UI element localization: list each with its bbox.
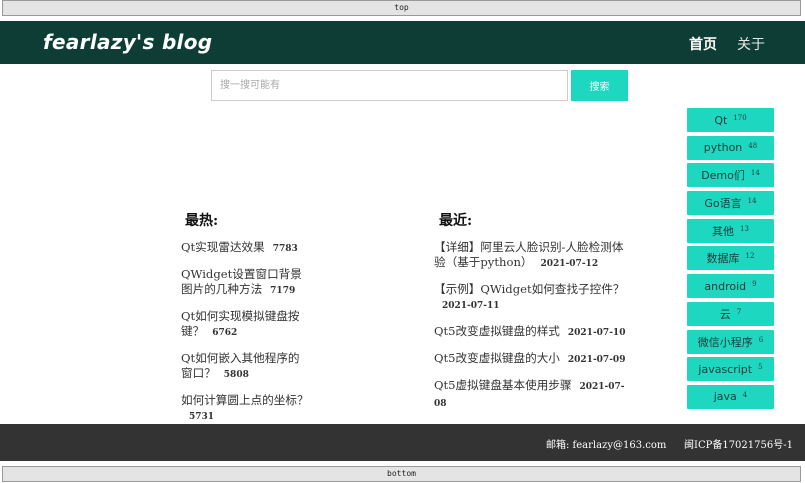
hot-posts-section: 最热: Qt实现雷达效果 7783 QWidget设置窗口背景图片的几种方法 7179… — [181, 210, 311, 435]
post-date: 2021-07-09 — [567, 355, 626, 365]
tag-count: 4 — [742, 390, 748, 399]
view-count: 7783 — [272, 244, 298, 254]
recent-post-link[interactable]: Qt5改变虚拟键盘的大小 — [434, 351, 560, 365]
tag-count: 14 — [747, 197, 757, 206]
category-tag-list: Qt 170 python 48 Demo们 14 Go语言 14 其他 13 数据库 12 andro… — [687, 108, 774, 413]
hot-post-link[interactable]: Qt实现雷达效果 — [181, 240, 265, 254]
hot-post-item: Qt实现雷达效果 7783 — [181, 240, 311, 257]
nav-about-link[interactable]: 关于 — [737, 34, 765, 54]
view-count: 5808 — [223, 370, 249, 380]
recent-posts-list: 【详细】阿里云人脸识别-人脸检测体验（基于python） 2021-07-12 【示… — [434, 240, 629, 412]
top-edge-button[interactable]: top — [2, 0, 801, 16]
site-brand[interactable]: fearlazy's blog — [43, 30, 212, 54]
tag-name: Demo们 — [701, 169, 745, 183]
tag-name: 微信小程序 — [697, 335, 753, 349]
recent-post-item: 【详细】阿里云人脸识别-人脸检测体验（基于python） 2021-07-12 — [434, 240, 629, 272]
tag-count: 9 — [752, 280, 757, 289]
category-tag[interactable]: 云7 — [687, 301, 774, 326]
category-tag[interactable]: python 48 — [687, 135, 774, 160]
view-count: 6762 — [212, 328, 238, 338]
recent-post-item: Qt5改变虚拟键盘的大小 2021-07-09 — [434, 351, 629, 368]
hot-posts-list: Qt实现雷达效果 7783 QWidget设置窗口背景图片的几种方法 7179 Qt如何… — [181, 240, 311, 425]
tag-name: javascript — [698, 362, 753, 376]
view-count: 5731 — [189, 412, 215, 422]
nav-home-link[interactable]: 首页 — [689, 34, 717, 54]
hot-post-item: QWidget设置窗口背景图片的几种方法 7179 — [181, 267, 311, 299]
search-button[interactable]: 搜索 — [571, 70, 628, 101]
hot-posts-heading: 最热: — [185, 213, 219, 229]
category-tag[interactable]: Qt 170 — [687, 108, 774, 132]
bottom-edge-button[interactable]: bottom — [2, 466, 801, 482]
tag-name: 其他 — [712, 224, 735, 238]
category-tag[interactable]: 数据库 12 — [687, 246, 774, 271]
category-tag[interactable]: 其他 13 — [687, 218, 774, 243]
recent-post-link[interactable]: Qt5虚拟键盘基本使用步骤 — [434, 378, 571, 392]
search-input[interactable] — [211, 70, 568, 101]
footer-email: 邮箱: fearlazy@163.com — [546, 440, 667, 451]
post-date: 2021-07-11 — [442, 301, 500, 311]
tag-name: Qt — [714, 113, 728, 127]
tag-count: 170 — [733, 114, 747, 122]
tag-count: 6 — [758, 335, 764, 344]
category-tag[interactable]: java 4 — [687, 384, 774, 409]
site-footer: 邮箱: fearlazy@163.com 闽ICP备17021756号-1 — [0, 424, 805, 461]
tag-count: 48 — [748, 141, 758, 150]
hot-post-link[interactable]: Qt如何实现模拟键盘按键？ — [181, 309, 300, 338]
category-tag[interactable]: Demo们 14 — [687, 163, 774, 188]
hot-post-item: 如何计算圆上点的坐标？ 5731 — [181, 393, 311, 425]
recent-post-link[interactable]: 【示例】QWidget如何查找子控件？ — [434, 282, 624, 296]
view-count: 7179 — [270, 286, 296, 296]
post-date: 2021-07-10 — [567, 328, 626, 338]
recent-posts-section: 最近: 【详细】阿里云人脸识别-人脸检测体验（基于python） 2021-07-… — [434, 210, 629, 422]
footer-icp-link[interactable]: 闽ICP备17021756号-1 — [684, 436, 793, 451]
category-tag[interactable]: android 9 — [687, 274, 774, 299]
category-tag[interactable]: Go语言 14 — [687, 191, 774, 216]
recent-post-item: Qt5改变虚拟键盘的样式 2021-07-10 — [434, 324, 629, 341]
tag-count: 5 — [758, 363, 763, 372]
tag-name: Go语言 — [704, 197, 742, 211]
category-tag[interactable]: 微信小程序 6 — [687, 329, 774, 354]
post-date: 2021-07-12 — [540, 259, 599, 269]
main-nav: 首页 关于 — [689, 34, 765, 54]
recent-post-item: 【示例】QWidget如何查找子控件？ 2021-07-11 — [434, 282, 629, 314]
tag-count: 7 — [736, 307, 742, 316]
tag-name: android — [704, 279, 747, 293]
tag-name: python — [703, 141, 743, 155]
recent-posts-heading: 最近: — [439, 213, 473, 229]
tag-name: java — [713, 390, 737, 404]
hot-post-item: Qt如何实现模拟键盘按键？ 6762 — [181, 309, 311, 341]
site-header: fearlazy's blog 首页 关于 — [0, 21, 805, 64]
tag-count: 12 — [745, 252, 755, 261]
recent-post-item: Qt5虚拟键盘基本使用步骤 2021-07-08 — [434, 378, 629, 412]
tag-name: 数据库 — [706, 252, 740, 266]
tag-name: 云 — [719, 307, 731, 321]
hot-post-item: Qt如何嵌入其他程序的窗口？ 5808 — [181, 351, 311, 383]
tag-count: 13 — [740, 224, 749, 233]
category-tag[interactable]: javascript 5 — [687, 357, 774, 382]
hot-post-link[interactable]: 如何计算圆上点的坐标？ — [181, 393, 309, 407]
recent-post-link[interactable]: Qt5改变虚拟键盘的样式 — [434, 324, 560, 338]
tag-count: 14 — [750, 169, 760, 178]
